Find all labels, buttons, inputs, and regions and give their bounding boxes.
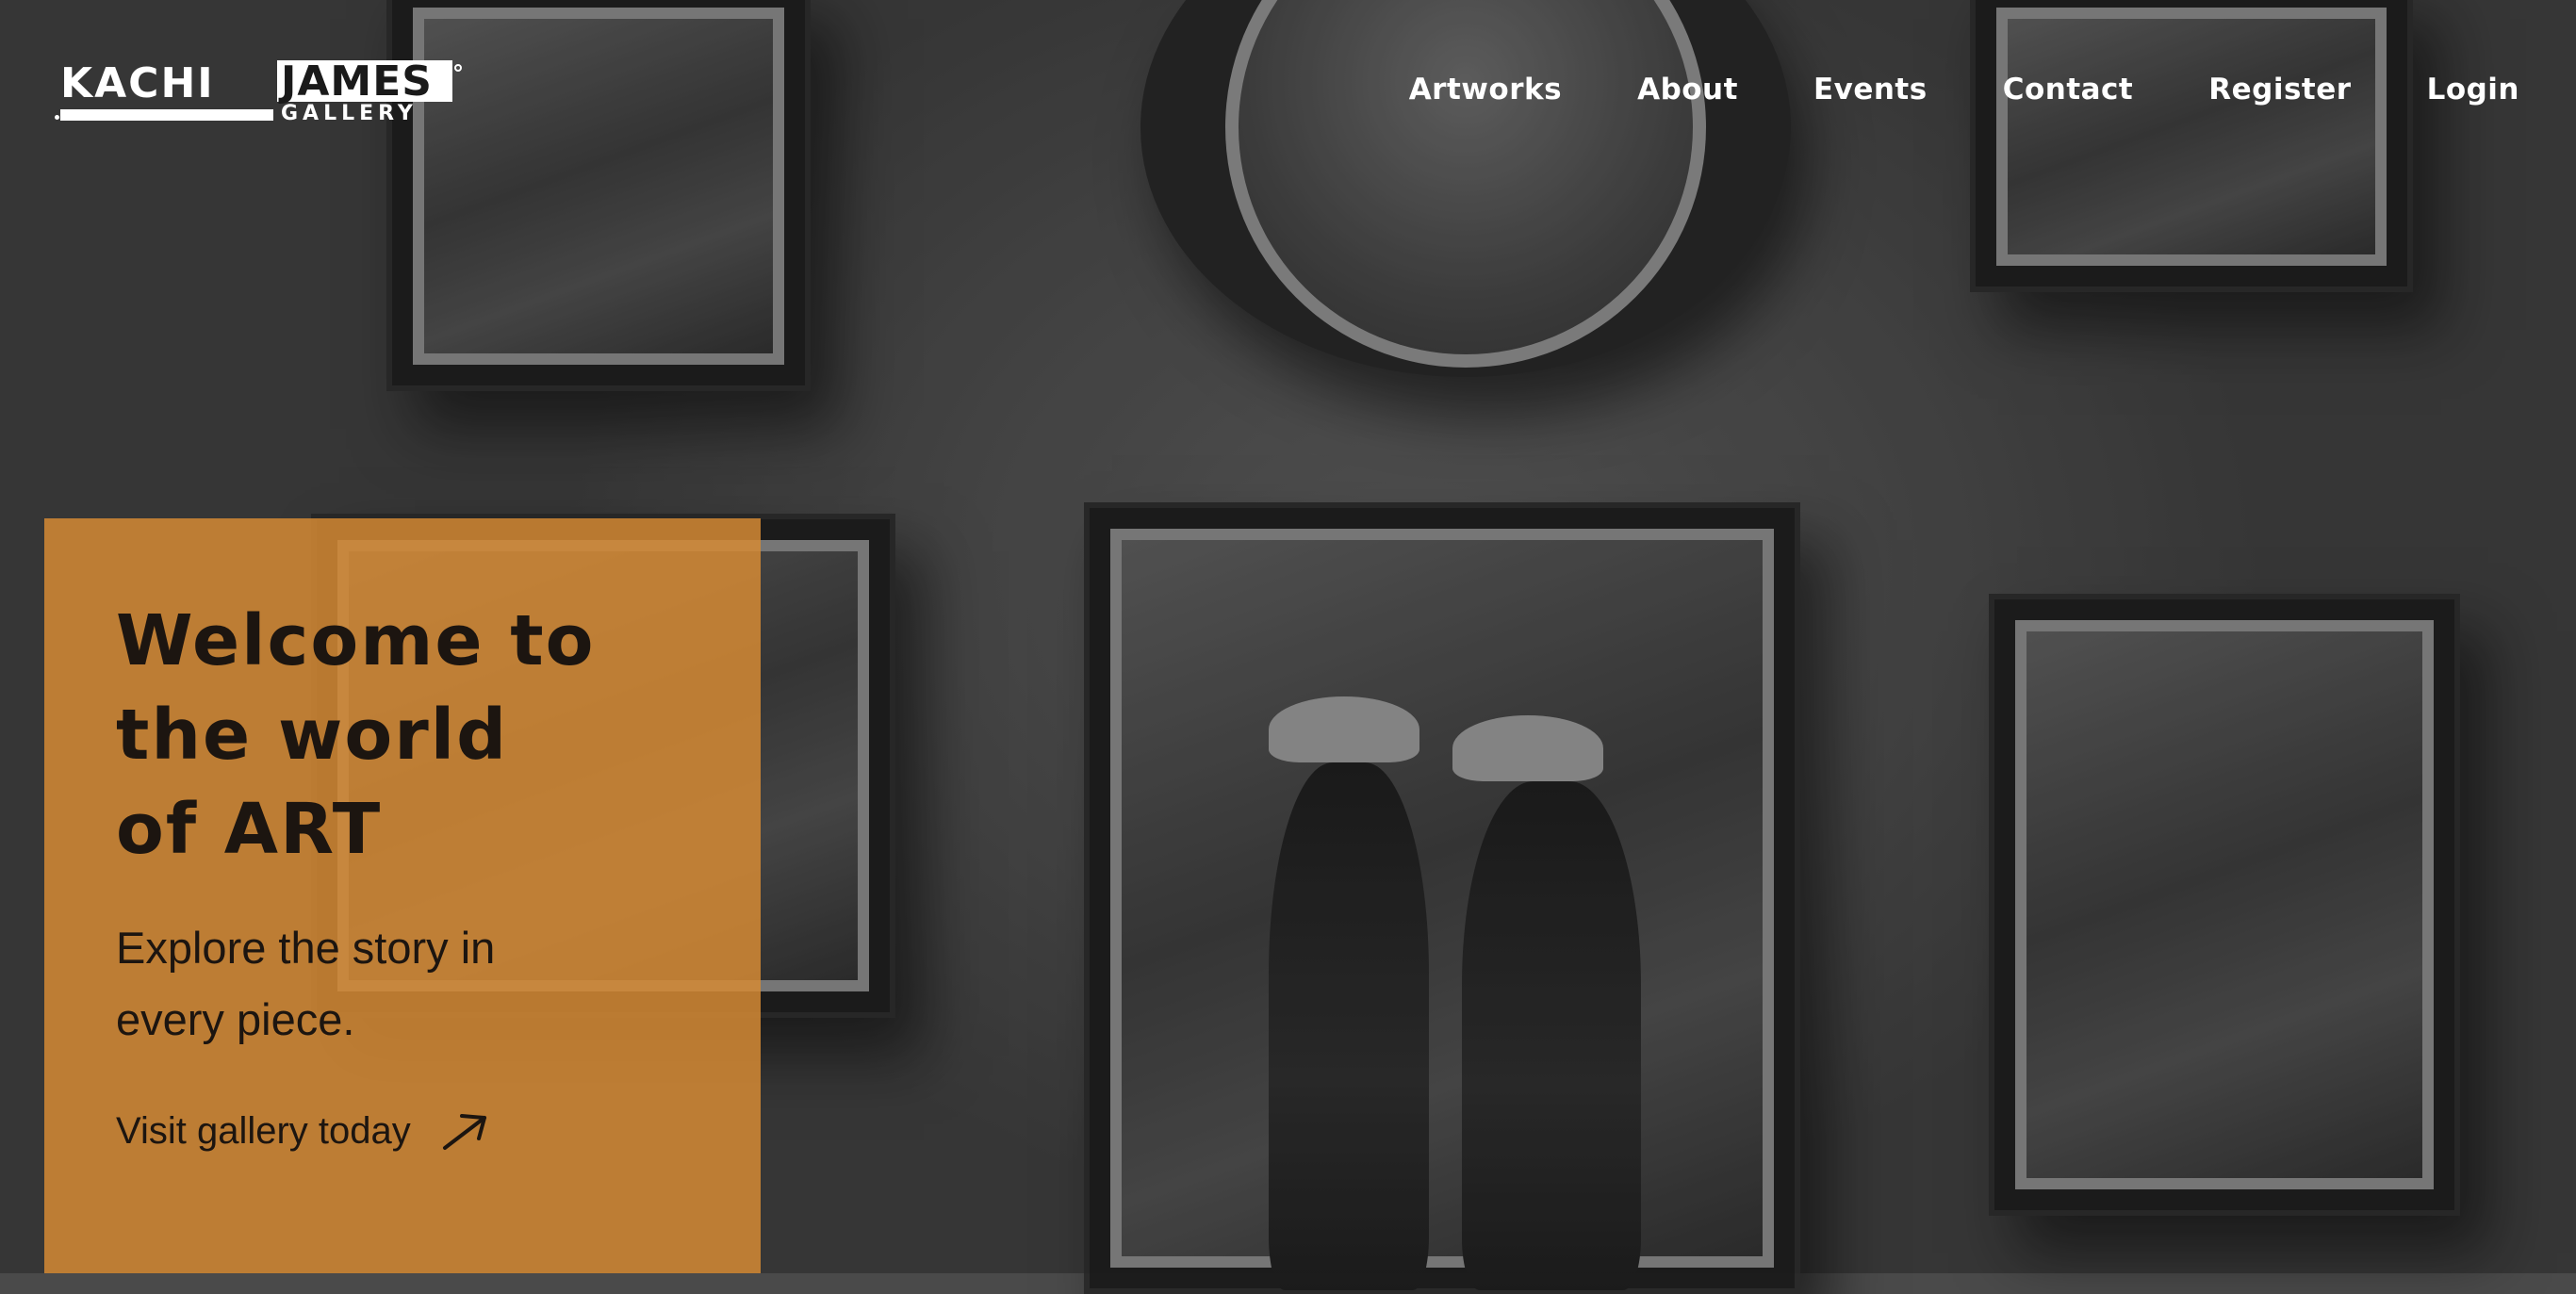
- hero-heading-line: Welcome to: [116, 600, 596, 681]
- arrow-up-right-icon: [442, 1114, 486, 1150]
- main-navigation: Artworks About Events Contact Register L…: [1409, 66, 2519, 113]
- hero-heading-line: the world: [116, 695, 509, 776]
- logo-dot: [55, 115, 59, 120]
- nav-link-about[interactable]: About: [1637, 73, 1738, 106]
- hero-subtitle: Explore the story in every piece.: [116, 912, 644, 1056]
- hero-card: Welcome to the world of ART Explore the …: [44, 518, 761, 1273]
- brand-logo[interactable]: KACHI JAMES GALLERY: [55, 58, 462, 126]
- hero-heading-line: of ART: [116, 789, 383, 870]
- logo-bar: [60, 109, 273, 121]
- visit-gallery-label: Visit gallery today: [116, 1109, 411, 1152]
- nav-link-login[interactable]: Login: [2427, 73, 2519, 106]
- hero-subtitle-line: Explore the story in: [116, 923, 496, 973]
- logo-text-primary: KACHI: [60, 59, 215, 107]
- visit-gallery-link[interactable]: Visit gallery today: [116, 1103, 492, 1159]
- hero-subtitle-line: every piece.: [116, 994, 355, 1044]
- registered-mark-icon: [454, 64, 462, 72]
- nav-link-register[interactable]: Register: [2208, 73, 2351, 106]
- nav-link-events[interactable]: Events: [1813, 73, 1928, 106]
- logo-tagline: GALLERY: [281, 102, 418, 125]
- hero-heading: Welcome to the world of ART: [116, 594, 719, 876]
- logo-text-secondary: JAMES: [281, 57, 433, 106]
- nav-link-artworks[interactable]: Artworks: [1409, 73, 1562, 106]
- nav-link-contact[interactable]: Contact: [2003, 73, 2134, 106]
